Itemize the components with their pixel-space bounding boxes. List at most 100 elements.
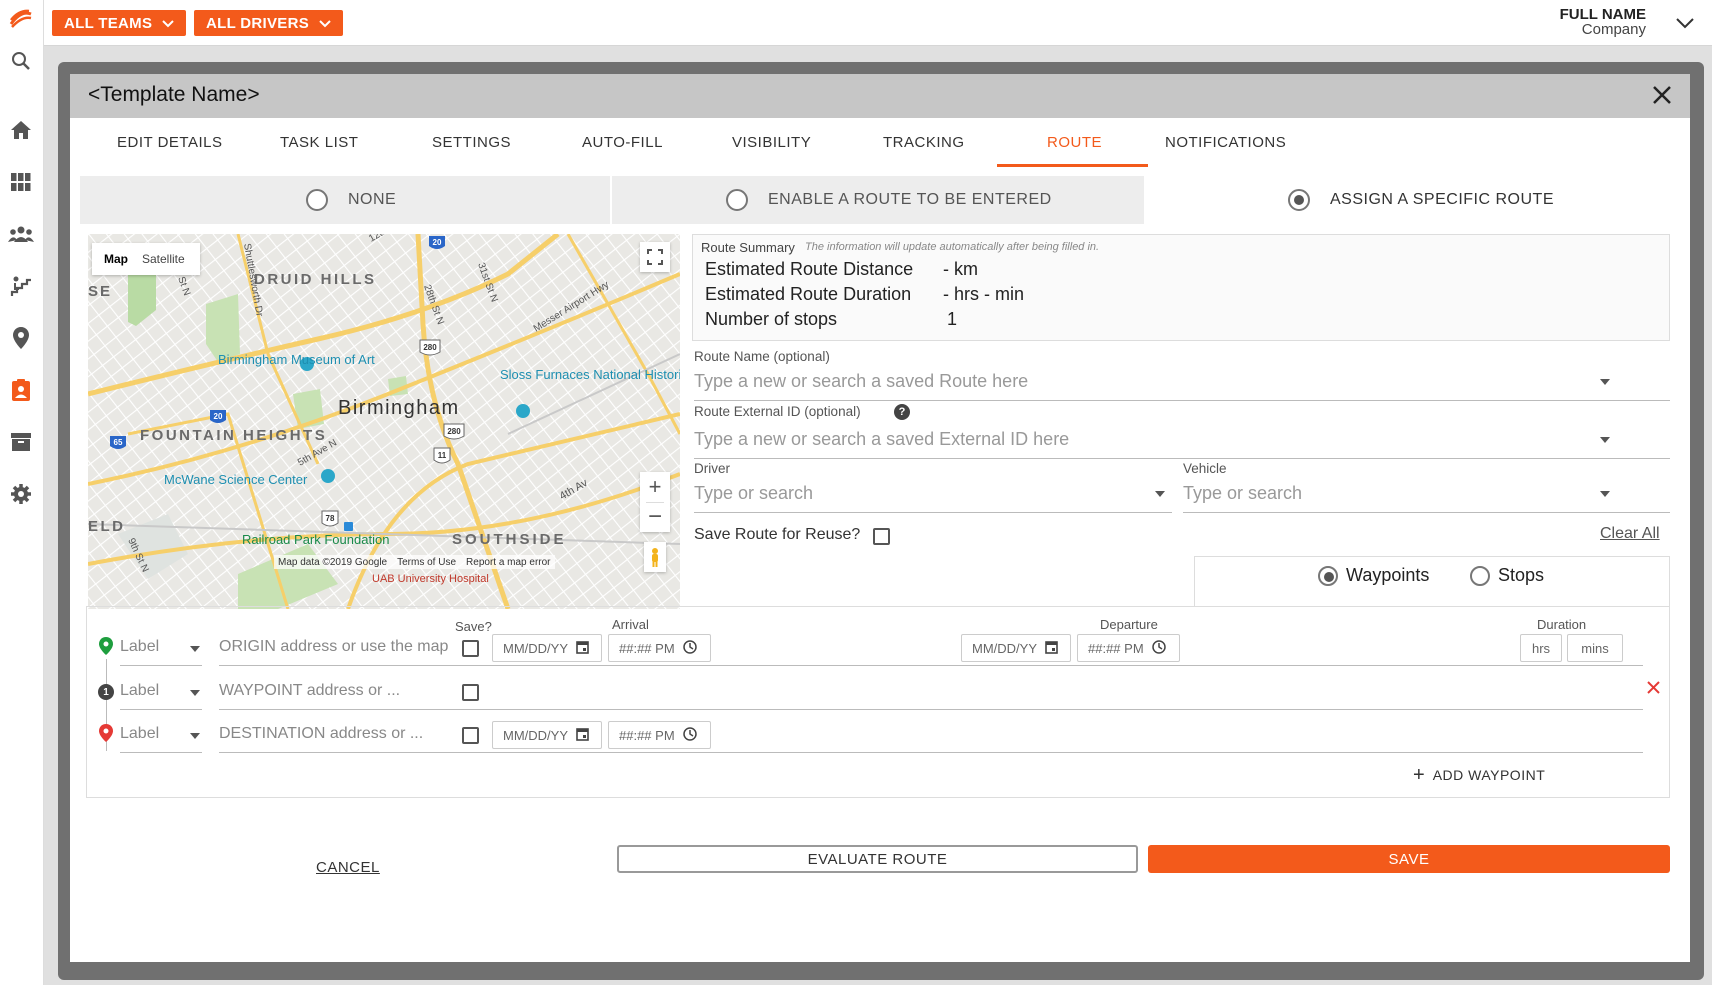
radio-waypoints[interactable]: [1318, 565, 1338, 586]
radio-assign[interactable]: [1288, 189, 1310, 211]
poi-pin[interactable]: [516, 404, 530, 418]
user-menu-chevron-icon[interactable]: [1676, 16, 1694, 34]
underline: [219, 709, 1643, 710]
driver-input[interactable]: Type or search: [694, 483, 813, 504]
destination-address-input[interactable]: DESTINATION address or ...: [219, 725, 423, 743]
route-mode-none[interactable]: NONE: [306, 176, 396, 224]
chevron-down-icon[interactable]: [190, 646, 200, 652]
route-mode-enable[interactable]: ENABLE A ROUTE TO BE ENTERED: [726, 176, 1052, 224]
location-pin-icon[interactable]: [8, 325, 34, 351]
modal-title: <Template Name>: [88, 83, 260, 106]
tab-edit-details[interactable]: EDIT DETAILS: [117, 134, 222, 151]
destination-label-select[interactable]: Label: [120, 725, 159, 743]
destination-arrival-time[interactable]: ##:## PM: [608, 721, 711, 749]
origin-address-input[interactable]: ORIGIN address or use the map: [219, 638, 448, 656]
poi-pin[interactable]: [321, 469, 335, 483]
point-mode-stops[interactable]: Stops: [1470, 565, 1544, 586]
route-map[interactable]: 20 280 20 65 280 11 78 DRUID HILLS Birmi…: [88, 234, 680, 609]
tab-tracking[interactable]: TRACKING: [883, 134, 965, 151]
clear-all-link[interactable]: Clear All: [1600, 525, 1660, 543]
calendar-icon: [1045, 640, 1058, 657]
radio-enable[interactable]: [726, 189, 748, 211]
search-icon[interactable]: [8, 48, 34, 74]
gear-icon[interactable]: [8, 481, 34, 507]
tab-notifications[interactable]: NOTIFICATIONS: [1165, 134, 1286, 151]
pegman-icon[interactable]: [644, 542, 666, 572]
highway-shield: 280: [419, 339, 441, 356]
radio-none[interactable]: [306, 189, 328, 211]
route-name-label: Route Name (optional): [694, 349, 830, 364]
tab-settings[interactable]: SETTINGS: [432, 134, 511, 151]
evaluate-route-button[interactable]: EVALUATE ROUTE: [617, 845, 1138, 873]
highway-shield: 78: [321, 510, 339, 527]
grid-icon[interactable]: [8, 169, 34, 195]
tab-route[interactable]: ROUTE: [1047, 134, 1102, 151]
all-drivers-dropdown[interactable]: ALL DRIVERS: [194, 10, 344, 36]
waypoint-save-checkbox[interactable]: [462, 684, 479, 701]
home-icon[interactable]: [8, 117, 34, 143]
all-teams-dropdown[interactable]: ALL TEAMS: [52, 10, 187, 36]
waypoint-label-select[interactable]: Label: [120, 682, 159, 700]
map-type-map[interactable]: Map: [92, 252, 128, 266]
save-button[interactable]: SAVE: [1148, 845, 1670, 873]
chevron-down-icon[interactable]: [1600, 379, 1610, 385]
summary-duration-label: Estimated Route Duration: [705, 284, 912, 304]
user-company: Company: [1581, 21, 1646, 38]
logo-icon[interactable]: [8, 6, 34, 32]
add-waypoint-button[interactable]: + ADD WAYPOINT: [1413, 765, 1545, 785]
add-waypoint-label: ADD WAYPOINT: [1432, 767, 1546, 783]
chevron-down-icon[interactable]: [1600, 491, 1610, 497]
external-id-input[interactable]: Type a new or search a saved External ID…: [694, 429, 1069, 450]
origin-arrival-date[interactable]: MM/DD/YY: [492, 634, 602, 662]
people-icon[interactable]: [8, 221, 34, 247]
origin-departure-date[interactable]: MM/DD/YY: [961, 634, 1071, 662]
save-route-reuse-checkbox[interactable]: [873, 528, 890, 545]
duration-mins-input[interactable]: mins: [1567, 634, 1623, 662]
radio-stops[interactable]: [1470, 565, 1490, 586]
origin-label-select[interactable]: Label: [120, 638, 159, 656]
chevron-down-icon[interactable]: [190, 733, 200, 739]
chevron-down-icon[interactable]: [1600, 437, 1610, 443]
external-id-label: Route External ID (optional): [694, 404, 861, 419]
origin-departure-time[interactable]: ##:## PM: [1077, 634, 1180, 662]
map-type-satellite[interactable]: Satellite: [128, 252, 185, 266]
duration-hrs-input[interactable]: hrs: [1520, 634, 1562, 662]
vehicle-input[interactable]: Type or search: [1183, 483, 1302, 504]
report-icon[interactable]: [8, 377, 34, 403]
tab-task-list[interactable]: TASK LIST: [280, 134, 358, 151]
zoom-out-icon[interactable]: −: [640, 502, 670, 532]
close-icon[interactable]: [1652, 85, 1672, 110]
template-modal: <Template Name> EDIT DETAILS TASK LIST S…: [70, 74, 1690, 962]
underline: [219, 752, 1643, 753]
chevron-down-icon[interactable]: [190, 690, 200, 696]
modal-header: <Template Name>: [70, 74, 1690, 118]
highway-shield: 20: [210, 410, 226, 423]
route-mode-assign[interactable]: ASSIGN A SPECIFIC ROUTE: [1288, 176, 1554, 224]
cancel-button[interactable]: CANCEL: [316, 859, 380, 876]
remove-waypoint-icon[interactable]: [1647, 681, 1660, 699]
destination-save-checkbox[interactable]: [462, 727, 479, 744]
tab-auto-fill[interactable]: AUTO-FILL: [582, 134, 663, 151]
map-label: Birmingham Museum of Art: [218, 352, 375, 367]
map-label: UAB University Hospital: [372, 573, 489, 585]
stairs-icon[interactable]: [8, 273, 34, 299]
map-canvas[interactable]: 20 280 20 65 280 11 78 DRUID HILLS Birmi…: [88, 234, 680, 609]
destination-arrival-date[interactable]: MM/DD/YY: [492, 721, 602, 749]
highway-shield: 20: [429, 236, 445, 249]
tab-visibility[interactable]: VISIBILITY: [732, 134, 811, 151]
archive-icon[interactable]: [8, 429, 34, 455]
summary-distance-value: - km: [943, 259, 978, 279]
zoom-in-icon[interactable]: +: [640, 472, 670, 502]
driver-underline: [694, 512, 1172, 513]
map-terms-link[interactable]: Terms of Use: [397, 557, 456, 568]
fullscreen-icon[interactable]: [640, 242, 670, 272]
route-name-input[interactable]: Type a new or search a saved Route here: [694, 371, 1028, 392]
origin-save-checkbox[interactable]: [462, 640, 479, 657]
origin-arrival-time[interactable]: ##:## PM: [608, 634, 711, 662]
stops-table: Save? Arrival Departure Duration Label O…: [86, 606, 1670, 798]
chevron-down-icon[interactable]: [1155, 491, 1165, 497]
point-mode-waypoints[interactable]: Waypoints: [1318, 565, 1429, 586]
waypoint-address-input[interactable]: WAYPOINT address or ...: [219, 682, 400, 700]
help-icon[interactable]: ?: [894, 404, 910, 420]
map-report-link[interactable]: Report a map error: [466, 557, 550, 568]
